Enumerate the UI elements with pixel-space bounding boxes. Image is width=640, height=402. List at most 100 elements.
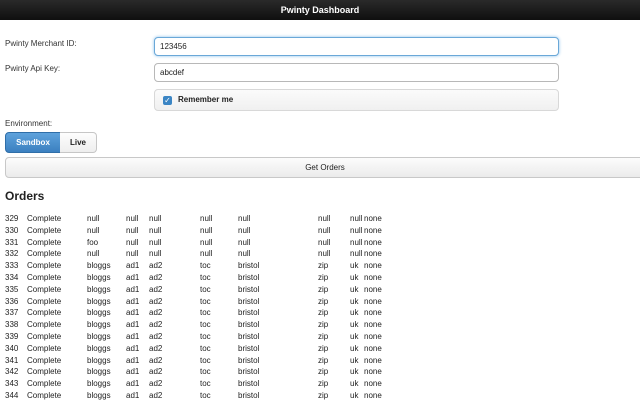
cell-name: null	[87, 225, 100, 235]
cell-name: bloggs	[87, 343, 111, 353]
merchant-id-input[interactable]	[154, 37, 559, 56]
cell-town: toc	[200, 367, 211, 377]
cell-status: Complete	[27, 284, 62, 294]
cell-town: toc	[200, 355, 211, 365]
cell-city: null	[238, 225, 251, 235]
environment-label: Environment:	[5, 119, 53, 128]
remember-me-checkbox[interactable]: ✓	[163, 96, 172, 105]
cell-country: uk	[350, 284, 359, 294]
cell-city: bristol	[238, 367, 260, 377]
cell-order-id: 332	[5, 249, 19, 259]
cell-order-id: 337	[5, 308, 19, 318]
env-sandbox-button[interactable]: Sandbox	[5, 132, 61, 153]
cell-shipping: none	[364, 296, 382, 306]
cell-city: bristol	[238, 296, 260, 306]
cell-address2: ad2	[149, 272, 163, 282]
cell-address1: null	[126, 225, 139, 235]
cell-address2: ad2	[149, 343, 163, 353]
table-row: 331 Complete foo null null null null null null no…	[5, 237, 640, 249]
cell-address2: ad2	[149, 261, 163, 271]
table-row: 342 Complete bloggs ad1 ad2 toc bristol zip uk no…	[5, 366, 640, 378]
table-row: 336 Complete bloggs ad1 ad2 toc bristol zip uk no…	[5, 296, 640, 308]
merchant-id-label: Pwinty Merchant ID:	[5, 39, 77, 48]
app-title: Pwinty Dashboard	[280, 5, 360, 15]
cell-country: uk	[350, 272, 359, 282]
cell-address1: ad1	[126, 320, 140, 330]
checkmark-icon: ✓	[164, 96, 171, 105]
table-row: 338 Complete bloggs ad1 ad2 toc bristol zip uk no…	[5, 319, 640, 331]
cell-order-id: 330	[5, 225, 19, 235]
cell-address2: ad2	[149, 379, 163, 389]
cell-status: Complete	[27, 237, 62, 247]
remember-me-row[interactable]: ✓ Remember me	[154, 89, 559, 111]
cell-address1: ad1	[126, 261, 140, 271]
cell-address1: ad1	[126, 284, 140, 294]
cell-status: Complete	[27, 379, 62, 389]
cell-zip: zip	[318, 379, 329, 389]
cell-shipping: none	[364, 225, 382, 235]
table-row: 339 Complete bloggs ad1 ad2 toc bristol zip uk no…	[5, 331, 640, 343]
cell-town: null	[200, 225, 213, 235]
cell-city: null	[238, 249, 251, 259]
cell-address2: ad2	[149, 320, 163, 330]
cell-address1: null	[126, 237, 139, 247]
cell-city: bristol	[238, 284, 260, 294]
cell-order-id: 342	[5, 367, 19, 377]
cell-town: toc	[200, 379, 211, 389]
cell-town: toc	[200, 272, 211, 282]
cell-name: foo	[87, 237, 99, 247]
cell-zip: zip	[318, 308, 329, 318]
cell-shipping: none	[364, 249, 382, 259]
cell-zip: zip	[318, 296, 329, 306]
cell-town: toc	[200, 331, 211, 341]
table-row: 330 Complete null null null null null null null n…	[5, 225, 640, 237]
cell-country: uk	[350, 343, 359, 353]
cell-status: Complete	[27, 343, 62, 353]
cell-city: bristol	[238, 272, 260, 282]
cell-zip: zip	[318, 355, 329, 365]
cell-country: uk	[350, 367, 359, 377]
cell-country: null	[350, 225, 363, 235]
cell-town: toc	[200, 296, 211, 306]
get-orders-button[interactable]: Get Orders	[5, 157, 640, 178]
orders-table: 329 Complete null null null null null null null n…	[5, 213, 640, 402]
api-key-label: Pwinty Api Key:	[5, 64, 61, 73]
cell-status: Complete	[27, 331, 62, 341]
cell-name: bloggs	[87, 320, 111, 330]
cell-country: null	[350, 214, 363, 223]
cell-address1: ad1	[126, 379, 140, 389]
cell-address2: null	[149, 249, 162, 259]
table-row: 334 Complete bloggs ad1 ad2 toc bristol zip uk no…	[5, 272, 640, 284]
cell-town: null	[200, 237, 213, 247]
api-key-input[interactable]	[154, 63, 559, 82]
table-row: 332 Complete null null null null null null null n…	[5, 248, 640, 260]
table-row: 329 Complete null null null null null null null n…	[5, 213, 640, 225]
cell-town: toc	[200, 320, 211, 330]
cell-address1: ad1	[126, 308, 140, 318]
cell-zip: zip	[318, 320, 329, 330]
cell-zip: zip	[318, 367, 329, 377]
cell-address1: null	[126, 249, 139, 259]
cell-status: Complete	[27, 249, 62, 259]
cell-city: null	[238, 237, 251, 247]
cell-order-id: 343	[5, 379, 19, 389]
cell-town: toc	[200, 284, 211, 294]
cell-city: bristol	[238, 320, 260, 330]
cell-zip: null	[318, 237, 331, 247]
cell-country: uk	[350, 320, 359, 330]
env-live-button[interactable]: Live	[60, 132, 97, 153]
cell-address2: ad2	[149, 331, 163, 341]
table-row: 340 Complete bloggs ad1 ad2 toc bristol zip uk no…	[5, 343, 640, 355]
cell-shipping: none	[364, 331, 382, 341]
cell-zip: zip	[318, 331, 329, 341]
cell-order-id: 338	[5, 320, 19, 330]
cell-name: bloggs	[87, 296, 111, 306]
cell-zip: null	[318, 249, 331, 259]
cell-name: bloggs	[87, 261, 111, 271]
cell-city: bristol	[238, 331, 260, 341]
cell-city: bristol	[238, 308, 260, 318]
cell-shipping: none	[364, 261, 382, 271]
table-row: 337 Complete bloggs ad1 ad2 toc bristol zip uk no…	[5, 307, 640, 319]
cell-name: null	[87, 214, 100, 223]
cell-name: bloggs	[87, 272, 111, 282]
